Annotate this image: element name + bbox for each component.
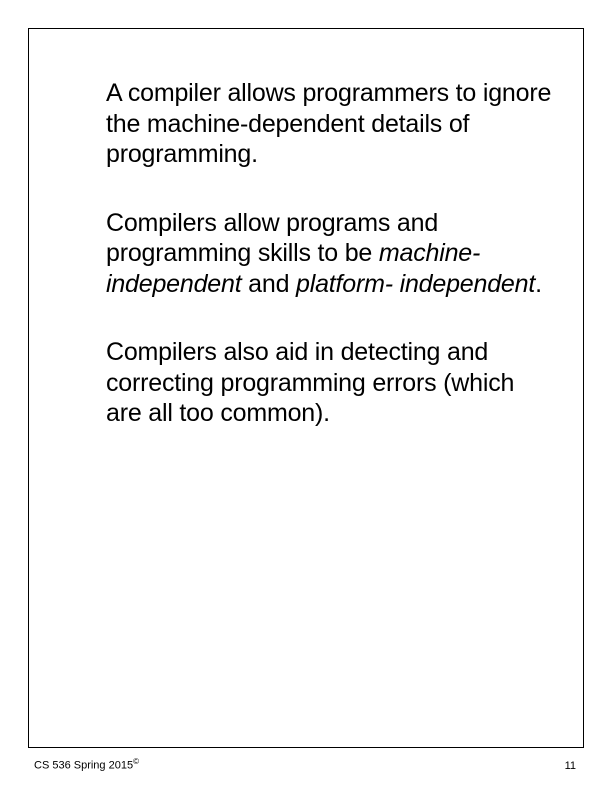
para2-text3: . [535,270,542,298]
footer-left-text: CS 536 Spring 2015 [34,760,133,772]
paragraph-2: Compilers allow programs and programming… [106,208,554,300]
para2-italic2: platform- independent [296,270,535,298]
copyright-icon: © [133,757,139,766]
para2-text2: and [241,270,296,298]
footer-course-info: CS 536 Spring 2015© [34,757,139,772]
paragraph-1: A compiler allows programmers to ignore … [106,78,554,170]
slide-content: A compiler allows programmers to ignore … [106,78,554,467]
page-number: 11 [565,760,576,772]
paragraph-3: Compilers also aid in detecting and corr… [106,337,554,429]
